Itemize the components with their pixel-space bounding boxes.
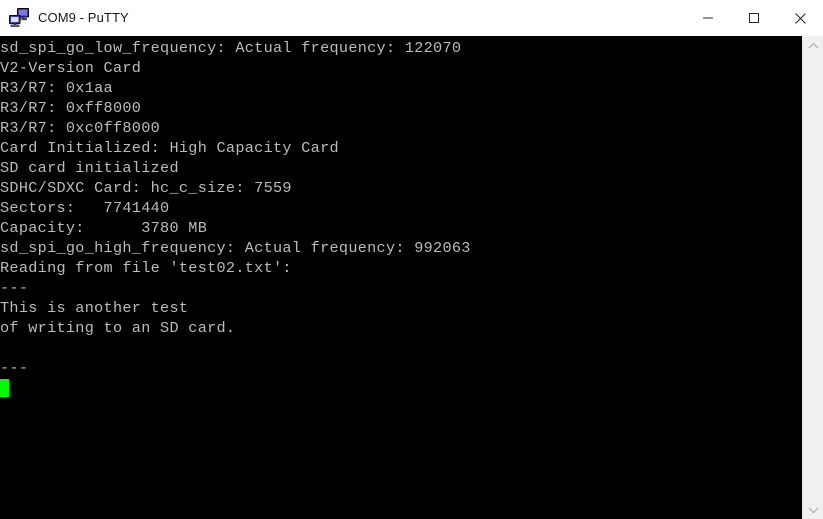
close-button[interactable] (777, 0, 823, 36)
terminal-scrollbar[interactable] (802, 36, 823, 519)
terminal-line: sd_spi_go_low_frequency: Actual frequenc… (0, 39, 462, 57)
terminal-line: R3/R7: 0xc0ff8000 (0, 119, 161, 137)
terminal-line: SD card initialized (0, 159, 179, 177)
close-icon (794, 12, 806, 24)
minimize-icon (703, 17, 713, 19)
chevron-down-icon (808, 507, 818, 513)
terminal-line: --- (0, 279, 29, 297)
terminal-line: Reading from file 'test02.txt': (0, 259, 292, 277)
maximize-button[interactable] (731, 0, 777, 36)
terminal-line: sd_spi_go_high_frequency: Actual frequen… (0, 239, 471, 257)
scrollbar-thumb[interactable] (803, 55, 823, 500)
terminal-line: Sectors: 7741440 (0, 199, 170, 217)
terminal-cursor (0, 379, 9, 397)
window-title: COM9 - PuTTY (38, 10, 129, 25)
terminal-screen[interactable]: sd_spi_go_low_frequency: Actual frequenc… (0, 36, 802, 519)
terminal-line: SDHC/SDXC Card: hc_c_size: 7559 (0, 179, 292, 197)
terminal-output: sd_spi_go_low_frequency: Actual frequenc… (0, 38, 802, 398)
minimize-button[interactable] (685, 0, 731, 36)
terminal-line: R3/R7: 0xff8000 (0, 99, 142, 117)
window-controls (685, 0, 823, 36)
chevron-up-icon (808, 42, 818, 48)
terminal-line: V2-Version Card (0, 59, 142, 77)
scrollbar-up-button[interactable] (803, 36, 823, 55)
terminal-line: --- (0, 359, 29, 377)
terminal-line: R3/R7: 0x1aa (0, 79, 113, 97)
putty-computer-icon (8, 7, 30, 29)
title-bar[interactable]: COM9 - PuTTY (0, 0, 823, 36)
terminal-line: This is another test (0, 299, 189, 317)
scrollbar-down-button[interactable] (803, 500, 823, 519)
terminal-line: Card Initialized: High Capacity Card (0, 139, 339, 157)
scrollbar-track[interactable] (803, 55, 823, 500)
terminal-cursor-line (0, 378, 802, 398)
putty-window: COM9 - PuTTY sd_spi_go_low_frequency: Ac… (0, 0, 823, 519)
terminal-line: of writing to an SD card. (0, 319, 236, 337)
terminal-line: Capacity: 3780 MB (0, 219, 208, 237)
maximize-icon (749, 13, 759, 23)
